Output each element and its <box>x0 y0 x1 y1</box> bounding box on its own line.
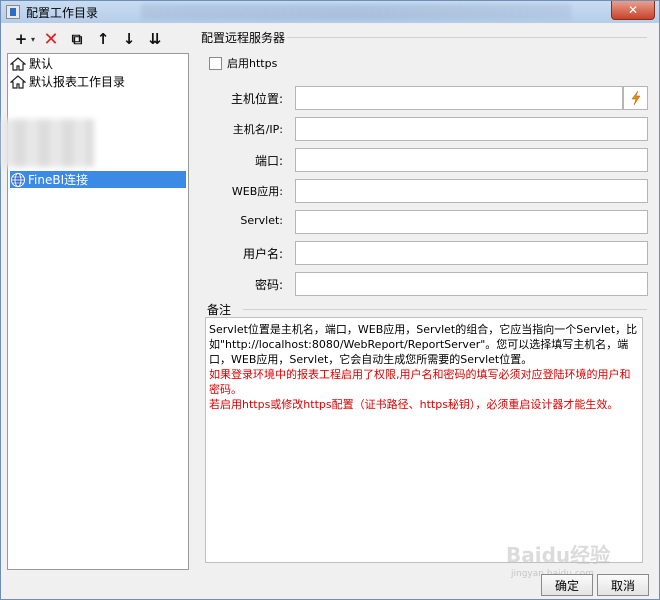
notes-textarea[interactable]: Servlet位置是主机名，端口，WEB应用，Servlet的组合，它应当指向一… <box>205 317 643 563</box>
tree-item-label: 默认 <box>29 57 54 71</box>
port-row: 端口: <box>195 148 653 172</box>
web-app-label: WEB应用: <box>231 185 283 198</box>
hostname-label: 主机名/IP: <box>232 123 283 136</box>
sort-down-icon[interactable]: ⇊ <box>145 29 165 49</box>
dialog-buttons: 确定 取消 <box>541 574 649 596</box>
directory-toolbar: + ▾ ✕ ⧉ ↑ ↓ ⇊ <box>7 27 189 51</box>
tree-item-label: FineBI连接 <box>28 173 89 187</box>
browse-button[interactable] <box>623 86 648 110</box>
remote-server-panel: 配置远程服务器 启用https 主机位置: 主机名/IP: 端口: WEB应用: <box>195 27 653 570</box>
tree-item-default-report-dir[interactable]: 默认报表工作目录 <box>10 73 125 90</box>
password-input[interactable] <box>295 272 648 296</box>
tree-item-default[interactable]: 默认 <box>10 55 53 72</box>
servlet-input[interactable] <box>295 210 648 234</box>
password-row: 密码: <box>195 272 653 296</box>
delete-icon[interactable]: ✕ <box>41 29 61 50</box>
directory-pane: + ▾ ✕ ⧉ ↑ ↓ ⇊ 默认 默认报表工作目录 FineBI连接 <box>2 27 189 570</box>
section-title: 配置远程服务器 <box>201 31 286 45</box>
username-input[interactable] <box>295 241 648 265</box>
username-row: 用户名: <box>195 241 653 265</box>
servlet-label: Servlet: <box>240 214 283 227</box>
add-dropdown-icon[interactable]: ▾ <box>31 35 35 44</box>
window-title: 配置工作目录 <box>26 5 99 20</box>
move-up-icon[interactable]: ↑ <box>93 29 113 49</box>
notes-title: 备注 <box>207 303 232 317</box>
host-location-label: 主机位置: <box>230 92 283 106</box>
blurred-taskbar-area <box>141 4 571 20</box>
ok-button[interactable]: 确定 <box>541 574 593 596</box>
port-input[interactable] <box>295 148 648 172</box>
notes-servlet-description: Servlet位置是主机名，端口，WEB应用，Servlet的组合，它应当指向一… <box>209 323 638 366</box>
password-label: 密码: <box>254 278 283 292</box>
port-label: 端口: <box>254 154 283 168</box>
move-down-icon[interactable]: ↓ <box>119 29 139 49</box>
servlet-row: Servlet: <box>195 210 653 234</box>
redacted-items <box>2 119 94 167</box>
tree-item-label: 默认报表工作目录 <box>29 75 126 89</box>
section-divider <box>287 37 647 38</box>
web-app-input[interactable] <box>295 179 648 203</box>
host-location-row: 主机位置: <box>195 86 653 110</box>
notes-https-warning: 若启用https或修改https配置（证书路径、https秘钥），必须重启设计器… <box>209 398 619 411</box>
enable-https-checkbox[interactable] <box>209 56 222 70</box>
configure-workdir-dialog: 配置工作目录 ✕ + ▾ ✕ ⧉ ↑ ↓ ⇊ 默认 默认报表工作目录 FineB… <box>0 0 660 600</box>
notes-divider <box>243 309 647 310</box>
username-label: 用户名: <box>242 247 283 261</box>
home-icon <box>10 74 26 89</box>
close-button[interactable]: ✕ <box>611 1 655 20</box>
notes-permission-warning: 如果登录环境中的报表工程启用了权限,用户名和密码的填写必须对应登陆环境的用户和密… <box>209 368 631 396</box>
java-app-icon <box>6 5 20 19</box>
tree-item-finebi-connection[interactable]: FineBI连接 <box>10 171 186 188</box>
home-icon <box>10 56 26 71</box>
host-location-input[interactable] <box>295 86 623 110</box>
lightning-icon <box>631 91 640 105</box>
copy-icon[interactable]: ⧉ <box>67 29 87 49</box>
web-app-row: WEB应用: <box>195 179 653 203</box>
directory-tree: 默认 默认报表工作目录 FineBI连接 <box>2 53 189 570</box>
hostname-row: 主机名/IP: <box>195 117 653 141</box>
title-bar[interactable]: 配置工作目录 ✕ <box>1 1 659 23</box>
cancel-button[interactable]: 取消 <box>597 574 649 596</box>
enable-https-label: 启用https <box>227 57 278 70</box>
enable-https-row[interactable]: 启用https <box>209 55 277 71</box>
hostname-input[interactable] <box>295 117 648 141</box>
globe-icon <box>11 172 25 187</box>
add-icon[interactable]: + <box>11 29 31 49</box>
